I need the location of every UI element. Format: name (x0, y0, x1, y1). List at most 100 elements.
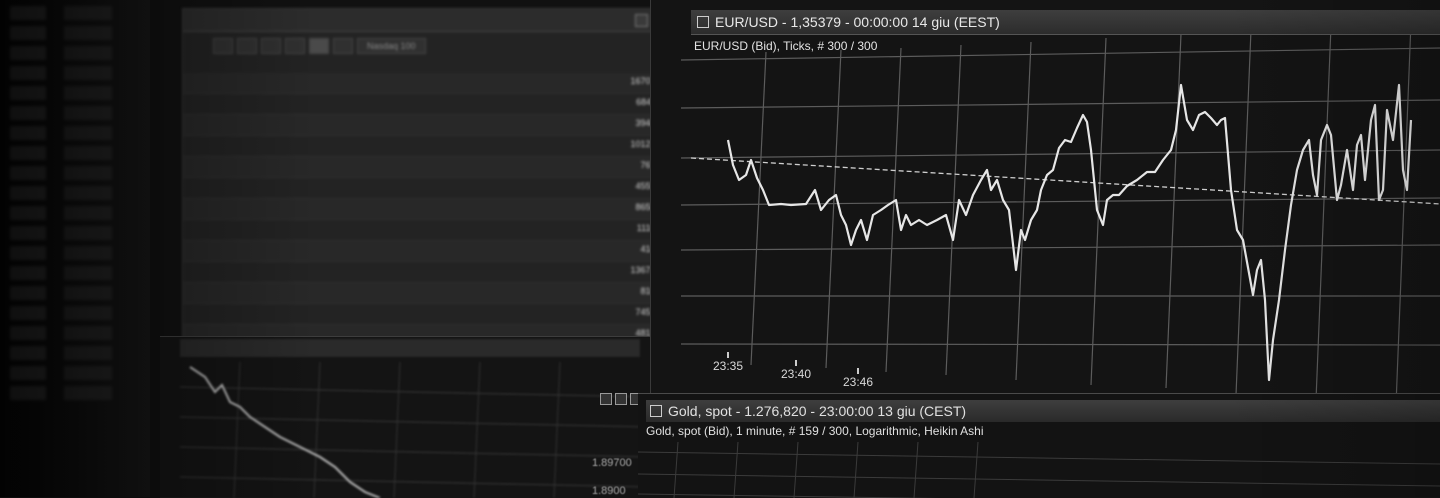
blurred-cell (343, 118, 424, 132)
minimize-icon[interactable] (635, 13, 648, 27)
gold-chart-titlebar: Gold, spot - 1.276,820 - 23:00:00 13 giu… (646, 400, 1440, 422)
watchlist-row[interactable]: 8658.55 (183, 199, 688, 220)
watchlist-row[interactable]: 11104.3 (183, 220, 688, 241)
blurred-cell (343, 139, 424, 153)
blurred-cell (424, 97, 505, 111)
blurred-cell (343, 97, 424, 111)
blurred-cell (213, 160, 343, 174)
watchlist-toolbar (183, 9, 688, 32)
gold-chart-title: Gold, spot - 1.276,820 - 23:00:00 13 giu… (668, 403, 967, 419)
blurred-cell (213, 307, 343, 321)
main-chart-titlebar: EUR/USD - 1,35379 - 00:00:00 14 giu (EES… (691, 10, 1440, 35)
blurred-cell (343, 307, 424, 321)
blurred-cell (343, 76, 424, 90)
blurred-cell (213, 286, 343, 300)
grid-line-vertical (553, 361, 561, 498)
blurred-cell (343, 223, 424, 237)
blurred-cell (506, 202, 587, 216)
blurred-cell (506, 97, 587, 111)
blurred-cell (343, 244, 424, 258)
blurred-cell (424, 118, 505, 132)
watchlist-row[interactable]: 745.516 (183, 304, 688, 325)
x-axis-tick-label: 23:46 (843, 375, 873, 389)
blurred-cell (213, 181, 343, 195)
x-axis-tick-label: 23:40 (781, 367, 811, 381)
main-chart-subtitle: EUR/USD (Bid), Ticks, # 300 / 300 (694, 39, 878, 53)
watchlist-row[interactable]: 3944.57 (183, 115, 688, 136)
watchlist-row[interactable]: 10121.84 (183, 136, 688, 157)
watchlist-tabs: Nasdaq 100 (183, 32, 688, 58)
grid-line-horizontal (638, 493, 939, 498)
price-axis-label: 1.8900 (592, 485, 626, 497)
blurred-cell (424, 244, 505, 258)
grid-line-vertical (793, 441, 799, 498)
blurred-cell (424, 76, 505, 90)
lower-left-chart-canvas[interactable] (160, 337, 650, 498)
blurred-cell (213, 223, 343, 237)
blurred-cell (424, 202, 505, 216)
main-chart-panel: 23:3523:4023:4623:5106/13/1423:56 EUR/US… (650, 0, 1440, 410)
grid-line-vertical (973, 441, 979, 498)
watchlist-tab[interactable] (333, 38, 353, 54)
blurred-cell (506, 286, 587, 300)
blurred-cell (343, 286, 424, 300)
grid-line-vertical (233, 361, 241, 498)
watchlist-row[interactable]: 16707.89 (183, 73, 688, 94)
watchlist-tab[interactable] (213, 38, 233, 54)
watchlist-tab[interactable] (285, 38, 305, 54)
lower-left-chart-panel: 1.89700 1.8900 (160, 336, 650, 498)
watchlist-row[interactable]: 816.74 (183, 283, 688, 304)
blurred-cell (213, 76, 343, 90)
blurred-cell (343, 181, 424, 195)
blurred-cell (213, 139, 343, 153)
minimize-icon[interactable] (600, 393, 612, 405)
grid-line-vertical (313, 361, 321, 498)
blurred-cell (424, 160, 505, 174)
grid-line-vertical (853, 441, 859, 498)
blurred-cell (343, 265, 424, 279)
gold-chart-subtitle: Gold, spot (Bid), 1 minute, # 159 / 300,… (646, 424, 984, 438)
blurred-cell (506, 265, 587, 279)
maximize-icon[interactable] (615, 393, 627, 405)
x-axis-tick-label: 23:35 (713, 359, 743, 373)
blurred-cell (424, 139, 505, 153)
grid-line-horizontal (638, 451, 1440, 465)
blurred-cell (213, 118, 343, 132)
blurred-cell (506, 223, 587, 237)
blurred-cell (424, 181, 505, 195)
watchlist-header: High (183, 58, 688, 73)
watchlist-tab[interactable] (237, 38, 257, 54)
grid-line-vertical (393, 361, 401, 498)
eurusd-chart-canvas[interactable]: 23:3523:4023:4623:5106/13/1423:56 (651, 0, 1440, 410)
lower-left-window-buttons (600, 393, 642, 405)
main-chart-title: EUR/USD - 1,35379 - 00:00:00 14 giu (EES… (715, 14, 1000, 30)
watchlist-tab[interactable] (309, 38, 329, 54)
blurred-cell (506, 181, 587, 195)
watchlist-tab-nasdaq[interactable]: Nasdaq 100 (357, 38, 426, 54)
chart-window-icon (650, 405, 662, 417)
blurred-cell (343, 202, 424, 216)
watchlist-row[interactable]: 414.96 (183, 241, 688, 262)
column-header[interactable] (458, 62, 570, 71)
blurred-cell (424, 223, 505, 237)
watchlist-tab[interactable] (261, 38, 281, 54)
price-axis-label: 1.89700 (592, 457, 632, 469)
blurred-cell (506, 244, 587, 258)
column-header[interactable] (233, 62, 345, 71)
grid-line-vertical (473, 361, 481, 498)
grid-line-horizontal (179, 386, 650, 398)
watchlist-row[interactable]: 1367.262 (183, 262, 688, 283)
column-header[interactable] (345, 62, 457, 71)
grid-line-horizontal (179, 476, 650, 488)
watchlist-row[interactable]: 4555.86 (183, 178, 688, 199)
blurred-cell (506, 76, 587, 90)
blurred-cell (424, 286, 505, 300)
grid-line-horizontal (638, 473, 1440, 487)
watchlist-row[interactable]: 6843.11 (183, 94, 688, 115)
lower-price-line (189, 366, 381, 498)
blurred-cell (213, 265, 343, 279)
blurred-cell (506, 139, 587, 153)
watchlist-row[interactable]: 7678.5 (183, 157, 688, 178)
blurred-cell (213, 202, 343, 216)
blurred-cell (506, 307, 587, 321)
